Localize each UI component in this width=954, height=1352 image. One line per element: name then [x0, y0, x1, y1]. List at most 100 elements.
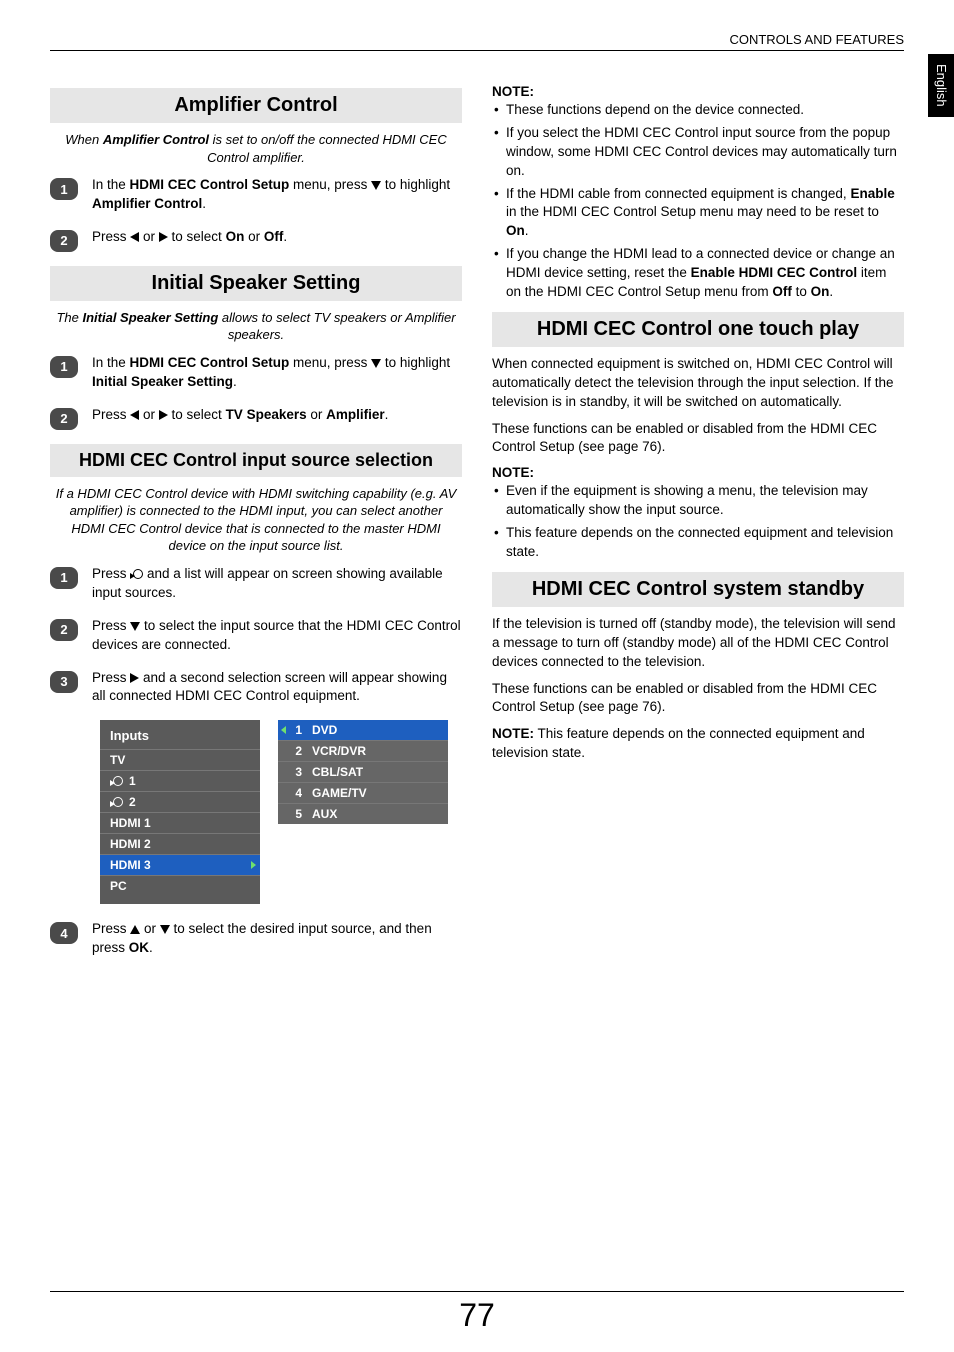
step-text: Press or to select TV Speakers or Amplif… — [92, 406, 462, 430]
onetouch-title: HDMI CEC Control one touch play — [492, 312, 904, 347]
t: If the HDMI cable from connected equipme… — [506, 186, 850, 201]
t: Enable HDMI CEC Control — [691, 265, 858, 280]
amplifier-control-title: Amplifier Control — [50, 88, 462, 123]
note-bullet: If you change the HDMI lead to a connect… — [492, 245, 904, 302]
step-badge-1: 1 — [50, 178, 78, 200]
srcsel-step-2: 2 Press to select the input source that … — [50, 617, 462, 655]
t: Press — [92, 670, 130, 685]
header-section-label: CONTROLS AND FEATURES — [729, 32, 904, 47]
t: Amplifier Control — [92, 196, 202, 211]
l: GAME/TV — [312, 786, 367, 800]
t: Press — [92, 921, 130, 936]
amp-step-2: 2 Press or to select On or Off. — [50, 228, 462, 252]
right-arrow-icon — [159, 232, 168, 242]
down-arrow-icon — [160, 925, 170, 934]
t: and a second selection screen will appea… — [92, 670, 447, 704]
srcsel-step-3: 3 Press and a second selection screen wi… — [50, 669, 462, 707]
l: AUX — [312, 807, 337, 821]
l: VCR/DVR — [312, 744, 366, 758]
submenu-row: 5 AUX — [278, 804, 448, 824]
t: 1 — [129, 774, 136, 788]
t: Enable — [850, 186, 894, 201]
right-column: NOTE: These functions depend on the devi… — [492, 78, 904, 1272]
n: 4 — [288, 786, 302, 800]
n: 5 — [288, 807, 302, 821]
srcsel-step-4: 4 Press or to select the desired input s… — [50, 920, 462, 958]
step-badge-3: 3 — [50, 671, 78, 693]
note-bullet: This feature depends on the connected eq… — [492, 524, 904, 562]
t: and a list will appear on screen showing… — [92, 566, 443, 600]
amplifier-intro: When Amplifier Control is set to on/off … — [54, 131, 458, 166]
input-source-title: HDMI CEC Control input source selection — [50, 444, 462, 477]
step-text: In the HDMI CEC Control Setup menu, pres… — [92, 176, 462, 214]
content-area: Amplifier Control When Amplifier Control… — [50, 78, 904, 1272]
speaker-step-2: 2 Press or to select TV Speakers or Ampl… — [50, 406, 462, 430]
step-text: Press or to select On or Off. — [92, 228, 462, 252]
step-badge-2: 2 — [50, 408, 78, 430]
left-arrow-icon — [130, 232, 139, 242]
step-badge-1: 1 — [50, 567, 78, 589]
bottom-rule — [50, 1291, 904, 1292]
top-rule — [50, 50, 904, 51]
text-bold: Amplifier Control — [103, 132, 209, 147]
step-badge-4: 4 — [50, 922, 78, 944]
submenu-panel: 1DVD 2 VCR/DVR 3CBL/SAT 4 GAME/TV 5 AUX — [278, 720, 448, 824]
t: Press — [92, 566, 130, 581]
t: On — [226, 229, 245, 244]
submenu-row: 3CBL/SAT — [278, 762, 448, 783]
step-badge-1: 1 — [50, 356, 78, 378]
t: menu, press — [289, 355, 371, 370]
note-list: These functions depend on the device con… — [492, 101, 904, 302]
n: 1 — [288, 723, 302, 737]
t: Initial Speaker Setting — [92, 374, 233, 389]
inputs-row-av2: 2 — [100, 791, 260, 812]
input-source-icon — [130, 568, 143, 580]
t: OK — [129, 940, 149, 955]
t: Press — [92, 407, 130, 422]
l: CBL/SAT — [312, 765, 363, 779]
t: to — [792, 284, 811, 299]
onetouch-notes: Even if the equipment is showing a menu,… — [492, 482, 904, 562]
standby-p2: These functions can be enabled or disabl… — [492, 680, 904, 718]
note-label: NOTE: — [492, 465, 904, 480]
up-arrow-icon — [130, 925, 140, 934]
t: In the — [92, 355, 130, 370]
step-text: Press to select the input source that th… — [92, 617, 462, 655]
t: or — [140, 921, 160, 936]
t: to highlight — [381, 355, 450, 370]
t: The — [56, 310, 82, 325]
speaker-intro: The Initial Speaker Setting allows to se… — [54, 309, 458, 344]
onscreen-ui-mock: Inputs TV 1 2 HDMI 1 HDMI 2 HDMI 3 PC 1D… — [100, 720, 462, 904]
standby-p1: If the television is turned off (standby… — [492, 615, 904, 672]
srcsel-step-1: 1 Press and a list will appear on screen… — [50, 565, 462, 603]
t: or — [139, 407, 159, 422]
input-source-icon — [110, 796, 123, 808]
t: On — [506, 223, 525, 238]
down-arrow-icon — [371, 359, 381, 368]
n: 2 — [288, 744, 302, 758]
t: 2 — [129, 795, 136, 809]
inputs-row-hdmi1: HDMI 1 — [100, 812, 260, 833]
submenu-row: 1DVD — [278, 720, 448, 741]
step-text: In the HDMI CEC Control Setup menu, pres… — [92, 354, 462, 392]
t: menu, press — [289, 177, 371, 192]
t: to select — [168, 229, 226, 244]
t: to select — [168, 407, 226, 422]
t: allows to select TV speakers or Amplifie… — [218, 310, 455, 343]
step-text: Press or to select the desired input sou… — [92, 920, 462, 958]
t: or — [244, 229, 264, 244]
t: or — [307, 407, 327, 422]
t: In the — [92, 177, 130, 192]
left-column: Amplifier Control When Amplifier Control… — [50, 78, 462, 1272]
amp-step-1: 1 In the HDMI CEC Control Setup menu, pr… — [50, 176, 462, 214]
step-badge-2: 2 — [50, 619, 78, 641]
down-arrow-icon — [371, 181, 381, 190]
inputs-row-tv: TV — [100, 749, 260, 770]
inputs-header: Inputs — [100, 724, 260, 749]
text: When — [65, 132, 103, 147]
submenu-row: 2 VCR/DVR — [278, 741, 448, 762]
t: Press — [92, 618, 130, 633]
t: TV Speakers — [226, 407, 307, 422]
t: On — [811, 284, 830, 299]
note-bullet: If you select the HDMI CEC Control input… — [492, 124, 904, 181]
